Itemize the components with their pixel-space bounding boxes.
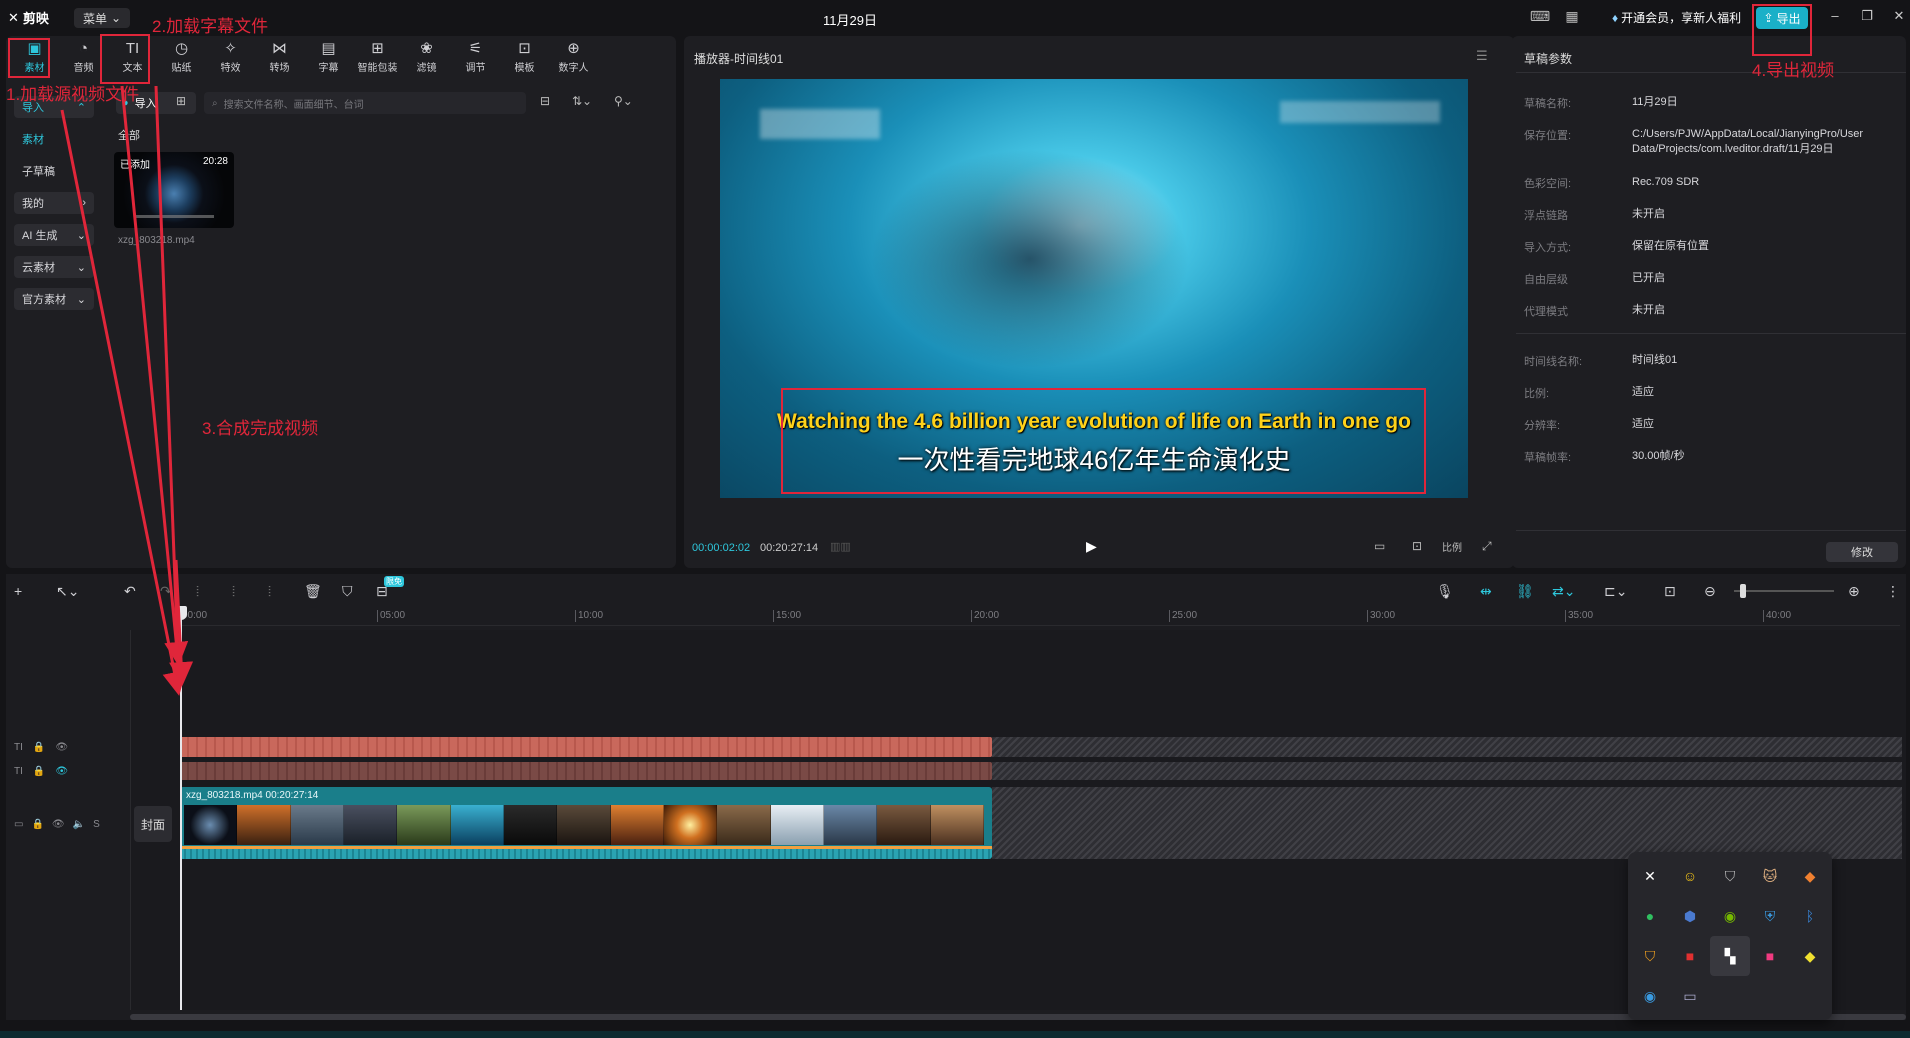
annotation-arrows bbox=[60, 85, 194, 696]
windows-taskbar bbox=[0, 1031, 1910, 1038]
